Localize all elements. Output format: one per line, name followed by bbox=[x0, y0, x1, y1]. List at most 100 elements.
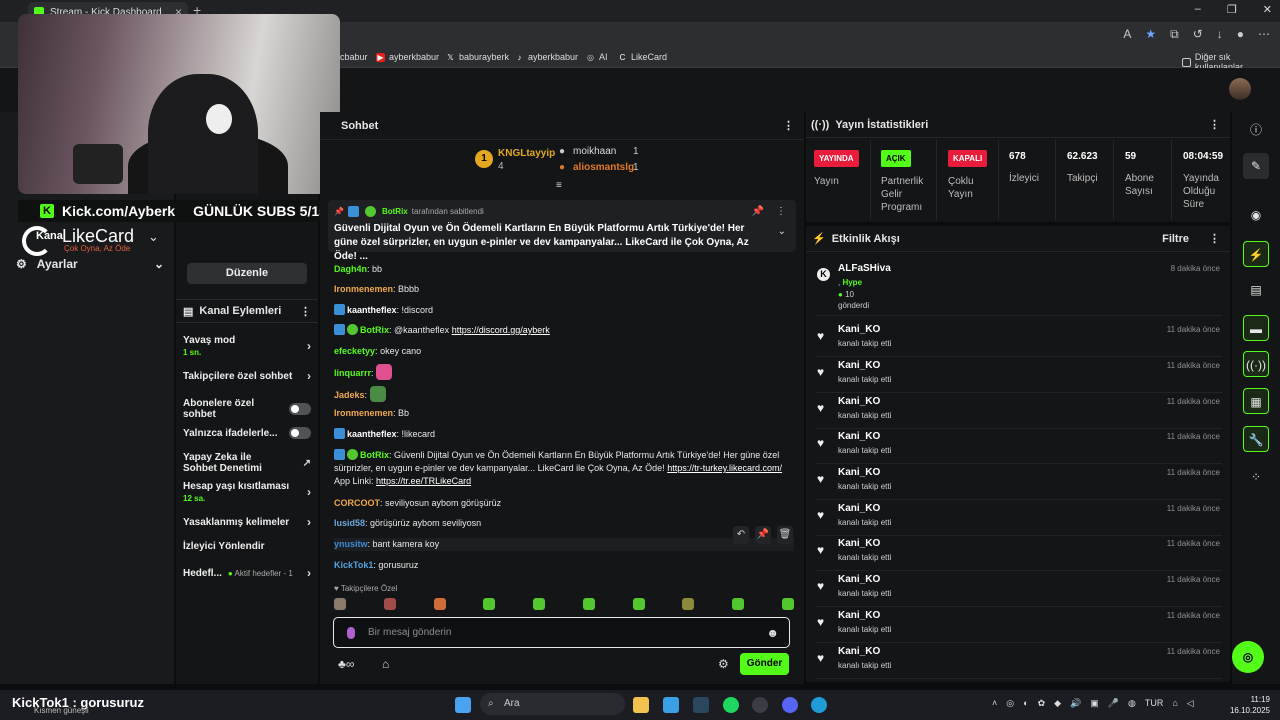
tray-icon[interactable]: ◎ bbox=[1006, 698, 1014, 709]
browser-toolbar: A ★ ⧉ ↺ ↓ ● ⋯ bbox=[1123, 27, 1270, 42]
extensions-icon[interactable]: ⧉ bbox=[1170, 27, 1179, 42]
bookmark-ai[interactable]: ◎ AI bbox=[586, 52, 608, 62]
bookmark-tiktok[interactable]: ♪ ayberkbabur bbox=[515, 52, 579, 62]
chat-link[interactable]: https://discord.gg/ayberk bbox=[452, 325, 550, 335]
action-account-age[interactable]: Hesap yaşı kısıtlaması 12 sa. › bbox=[183, 481, 311, 503]
favorite-star-icon[interactable]: ★ bbox=[1145, 27, 1156, 42]
taskbar-clock[interactable]: 11:19 16.10.2025 bbox=[1228, 694, 1270, 716]
emote-icon[interactable] bbox=[433, 598, 446, 610]
volume-icon[interactable]: 🔊 bbox=[1070, 698, 1081, 709]
broadcast-icon[interactable]: ((·)) bbox=[1243, 351, 1269, 377]
bookmark-youtube[interactable]: ▶ ayberkbabur bbox=[376, 52, 439, 62]
discord-icon[interactable] bbox=[782, 697, 798, 713]
profile-icon[interactable]: ● bbox=[1237, 27, 1244, 42]
taskbar-search[interactable]: ⌕ Ara bbox=[480, 693, 625, 715]
bookmark-x[interactable]: 𝕏baburayberk bbox=[446, 52, 509, 62]
chat-message: linquarrr: bbox=[334, 364, 794, 380]
chat-link[interactable]: https://tr.ee/TRLikeCard bbox=[376, 476, 471, 486]
pin-icon[interactable]: 📌 bbox=[755, 526, 771, 544]
chat-icon[interactable]: ▬ bbox=[1243, 315, 1269, 341]
undo-icon[interactable]: ↶ bbox=[733, 526, 749, 544]
avatar[interactable] bbox=[1229, 78, 1251, 100]
more-icon[interactable]: ⋮ bbox=[1209, 118, 1220, 131]
speaker-icon[interactable]: ◁ bbox=[1187, 698, 1194, 709]
emote-icon[interactable] bbox=[732, 598, 745, 610]
chevron-right-icon: › bbox=[307, 515, 311, 529]
wrench-icon[interactable]: 🔧 bbox=[1243, 426, 1269, 452]
document-icon[interactable]: ▤ bbox=[1243, 277, 1269, 303]
chat-link[interactable]: https://tr-turkey.likecard.com/ bbox=[667, 463, 782, 473]
microphone-icon[interactable]: 🎤 bbox=[1108, 698, 1119, 709]
photos-icon[interactable] bbox=[663, 697, 679, 713]
store-icon[interactable]: ⌂ bbox=[382, 657, 389, 671]
read-aloud-icon[interactable]: A bbox=[1123, 27, 1131, 42]
action-banned-words[interactable]: Yasaklanmış kelimeler › bbox=[183, 515, 311, 529]
lightning-icon[interactable]: ⚡ bbox=[1243, 241, 1269, 267]
file-explorer-icon[interactable] bbox=[633, 697, 649, 713]
network-icon[interactable]: ⌂ bbox=[1172, 698, 1177, 709]
emote-icon[interactable] bbox=[334, 598, 346, 610]
windows-start-icon[interactable] bbox=[455, 697, 471, 713]
gear-icon[interactable]: ⚙ bbox=[718, 657, 729, 671]
emote-icon[interactable] bbox=[533, 598, 546, 610]
emote-icon[interactable] bbox=[483, 598, 496, 610]
emote-icon[interactable] bbox=[383, 598, 396, 610]
emote-icon[interactable] bbox=[781, 598, 794, 610]
chevron-up-icon[interactable]: ˄ bbox=[992, 698, 997, 709]
minimize-button[interactable]: – bbox=[1195, 3, 1201, 16]
emoji-icon[interactable]: ☻ bbox=[766, 626, 779, 640]
gift-icon[interactable]: ♣∞ bbox=[338, 657, 354, 671]
filter-button[interactable]: Filtre bbox=[1162, 233, 1189, 245]
action-emotes-only[interactable]: Yalnızca ifadelerle... bbox=[183, 427, 311, 439]
action-subscribers-only[interactable]: Abonelere özel sohbet bbox=[183, 398, 311, 420]
more-icon[interactable]: ⋯ bbox=[1258, 27, 1270, 42]
likecard-icon: C bbox=[619, 52, 626, 62]
edit-button[interactable]: Düzenle bbox=[187, 263, 307, 284]
emote-icon[interactable] bbox=[632, 598, 645, 610]
microphone-icon[interactable] bbox=[347, 627, 355, 639]
action-ai-moderation[interactable]: Yapay Zeka ile Sohbet Denetimi ↗ bbox=[183, 452, 311, 474]
info-icon[interactable]: ⓘ bbox=[1243, 117, 1269, 143]
tray-icon[interactable]: ◍ bbox=[1128, 698, 1136, 709]
send-button[interactable]: Gönder bbox=[740, 653, 789, 675]
download-icon[interactable]: ↓ bbox=[1217, 27, 1223, 42]
language-indicator[interactable]: TUR bbox=[1145, 698, 1164, 709]
camera-icon[interactable]: ◉ bbox=[1243, 202, 1269, 228]
edit-icon[interactable]: ✎ bbox=[1243, 153, 1269, 179]
support-button[interactable]: ◎ bbox=[1232, 641, 1264, 673]
layout-icon[interactable]: ▦ bbox=[1243, 388, 1269, 414]
more-icon[interactable]: ⋮ bbox=[1209, 232, 1220, 245]
tray-icon[interactable]: ✿ bbox=[1038, 698, 1046, 709]
more-icon[interactable]: ⋮ bbox=[300, 305, 311, 318]
history-icon[interactable]: ↺ bbox=[1193, 27, 1203, 42]
toggle[interactable] bbox=[289, 403, 311, 415]
apps-icon[interactable]: ⁘ bbox=[1243, 464, 1269, 490]
app-icon[interactable] bbox=[752, 697, 768, 713]
bookmark[interactable]: cbabur bbox=[340, 52, 368, 62]
maximize-button[interactable]: ❐ bbox=[1227, 3, 1237, 16]
chat-input[interactable]: Bir mesaj gönderin ☻ bbox=[333, 617, 790, 648]
emote-icon[interactable] bbox=[582, 598, 595, 610]
action-slow-mode[interactable]: Yavaş mod 1 sn. › bbox=[183, 335, 311, 357]
action-raid[interactable]: İzleyici Yönlendir bbox=[183, 541, 311, 552]
toggle[interactable] bbox=[289, 427, 311, 439]
delete-icon[interactable]: 🗑 bbox=[777, 526, 793, 544]
unpin-icon[interactable]: 📌 bbox=[752, 206, 764, 217]
edge-icon[interactable] bbox=[811, 697, 827, 713]
steam-icon[interactable] bbox=[693, 697, 709, 713]
chevron-down-icon[interactable]: ⌄ bbox=[778, 226, 786, 237]
tray-icon[interactable]: ◆ bbox=[1054, 698, 1061, 709]
close-window-button[interactable]: ✕ bbox=[1263, 3, 1272, 16]
tray-icon[interactable]: ◐ bbox=[1023, 698, 1028, 709]
top-gifters: 1 KNGLtayyip 4 ● moikhaan 1 ● aliosmants… bbox=[475, 146, 655, 178]
action-followers-only[interactable]: Takipçilere özel sohbet › bbox=[183, 369, 311, 383]
tray-icon[interactable]: ▣ bbox=[1090, 698, 1099, 709]
more-icon[interactable]: ⋮ bbox=[783, 119, 794, 132]
emote-icon[interactable] bbox=[682, 598, 695, 610]
action-goals[interactable]: Hedefl... ● Aktif hedefler - 1 › bbox=[183, 566, 311, 580]
spotify-icon[interactable] bbox=[723, 697, 739, 713]
bookmark-likecard[interactable]: C LikeCard bbox=[618, 52, 667, 62]
expand-icon[interactable]: ≡ bbox=[556, 180, 562, 191]
more-icon[interactable]: ⋮ bbox=[776, 206, 786, 217]
nav-settings[interactable]: ⚙ Ayarlar ⌄ bbox=[16, 257, 164, 271]
